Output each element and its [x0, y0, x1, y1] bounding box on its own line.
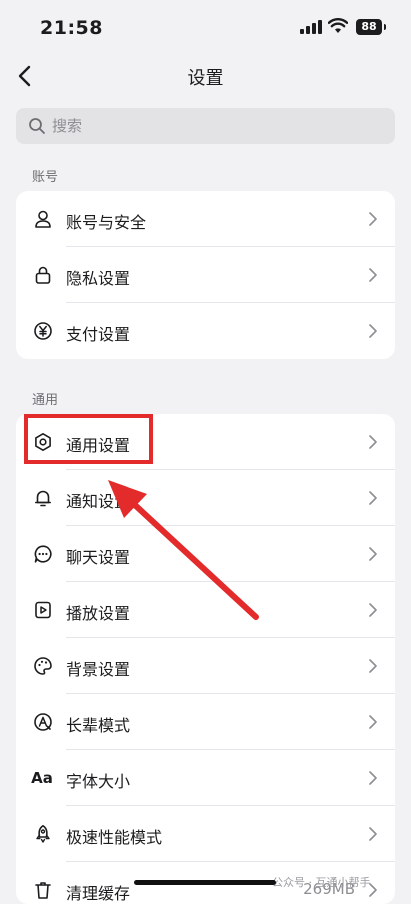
list-item-elder-mode[interactable]: 长辈模式 [16, 694, 395, 750]
list-item-notification-settings[interactable]: 通知设置 [16, 470, 395, 526]
chat-bubble-icon [32, 543, 54, 565]
list-item-account-security[interactable]: 账号与安全 [16, 191, 395, 247]
nav-bar: 设置 [0, 56, 411, 96]
chevron-right-icon [369, 491, 377, 505]
yen-icon [32, 320, 54, 342]
list-item-payment[interactable]: 支付设置 [16, 303, 395, 359]
chevron-right-icon [369, 435, 377, 449]
list-item-label: 字体大小 [66, 772, 131, 791]
search-icon [29, 118, 45, 134]
chevron-right-icon [369, 659, 377, 673]
list-item-chat-settings[interactable]: 聊天设置 [16, 526, 395, 582]
account-card: 账号与安全 隐私设置 支付设置 [16, 191, 395, 359]
general-card: 通用设置 通知设置 聊天设置 播放设置 背景设置 长辈模式 Aa 字体大小 极速… [16, 414, 395, 904]
list-item-label: 聊天设置 [66, 548, 131, 567]
list-item-label: 通知设置 [66, 492, 131, 511]
rocket-icon [32, 823, 54, 845]
status-time: 21:58 [40, 17, 103, 39]
list-item-label: 背景设置 [66, 660, 131, 679]
list-item-privacy[interactable]: 隐私设置 [16, 247, 395, 303]
list-item-label: 账号与安全 [66, 213, 147, 232]
chevron-right-icon [369, 827, 377, 841]
list-item-performance-mode[interactable]: 极速性能模式 [16, 806, 395, 862]
chevron-right-icon [369, 324, 377, 338]
chevron-right-icon [369, 715, 377, 729]
home-indicator [134, 880, 276, 885]
section-label-general: 通用 [32, 393, 59, 408]
list-item-background-settings[interactable]: 背景设置 [16, 638, 395, 694]
search-input[interactable] [52, 108, 372, 144]
lock-icon [32, 264, 54, 286]
trash-icon [32, 879, 54, 901]
play-icon [32, 599, 54, 621]
section-label-account: 账号 [32, 170, 59, 185]
list-item-label: 长辈模式 [66, 716, 131, 735]
list-item-label: 极速性能模式 [66, 828, 163, 847]
status-bar: 21:58 88 [0, 0, 411, 56]
highlight-box [24, 414, 153, 464]
page-title: 设置 [187, 68, 224, 89]
list-item-font-size[interactable]: Aa 字体大小 [16, 750, 395, 806]
wifi-icon [328, 18, 348, 33]
chevron-right-icon [369, 268, 377, 282]
font-size-icon: Aa [31, 769, 53, 787]
bell-icon [32, 487, 54, 509]
battery-indicator: 88 [356, 19, 386, 35]
list-item-label: 隐私设置 [66, 269, 131, 288]
cellular-signal-icon [300, 20, 322, 34]
chevron-right-icon [369, 603, 377, 617]
list-item-label: 支付设置 [66, 325, 131, 344]
list-item-playback-settings[interactable]: 播放设置 [16, 582, 395, 638]
chevron-right-icon [369, 771, 377, 785]
list-item-label: 播放设置 [66, 604, 131, 623]
person-icon [32, 208, 54, 230]
palette-icon [32, 655, 54, 677]
search-bar[interactable] [16, 108, 395, 144]
chevron-right-icon [369, 212, 377, 226]
watermark: 公众号 · 互通小帮手 [272, 876, 371, 889]
list-item-label: 清理缓存 [66, 884, 131, 903]
elder-mode-icon [32, 711, 54, 733]
chevron-right-icon [369, 547, 377, 561]
